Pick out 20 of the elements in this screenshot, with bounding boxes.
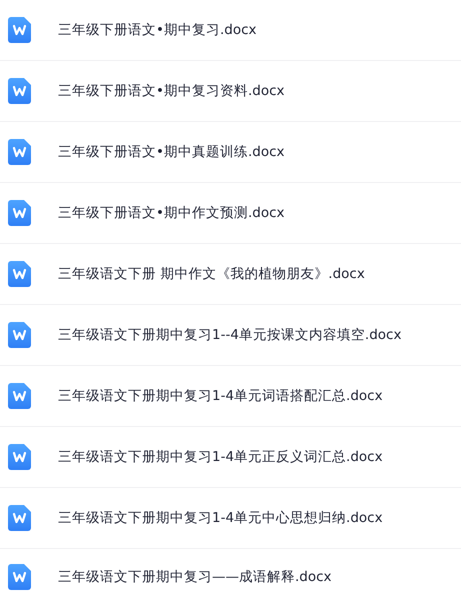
word-document-icon [8, 200, 31, 226]
word-document-icon [8, 383, 31, 409]
file-name[interactable]: 三年级语文下册期中复习1-4单元词语搭配汇总.docx [58, 387, 383, 405]
file-name[interactable]: 三年级下册语文•期中作文预测.docx [58, 204, 284, 222]
word-document-icon [8, 322, 31, 348]
file-name[interactable]: 三年级语文下册期中复习——成语解释.docx [58, 568, 332, 586]
file-name[interactable]: 三年级语文下册期中复习1-4单元中心思想归纳.docx [58, 509, 383, 527]
file-name[interactable]: 三年级下册语文•期中真题训练.docx [58, 143, 284, 161]
file-name[interactable]: 三年级下册语文•期中复习.docx [58, 21, 256, 39]
word-document-icon [8, 564, 31, 590]
word-document-icon [8, 17, 31, 43]
file-name[interactable]: 三年级语文下册期中复习1--4单元按课文内容填空.docx [58, 326, 402, 344]
word-document-icon [8, 505, 31, 531]
word-document-icon [8, 444, 31, 470]
word-document-icon [8, 78, 31, 104]
file-name[interactable]: 三年级下册语文•期中复习资料.docx [58, 82, 284, 100]
word-document-icon [8, 139, 31, 165]
file-name[interactable]: 三年级语文下册期中复习1-4单元正反义词汇总.docx [58, 448, 383, 466]
word-document-icon [8, 261, 31, 287]
file-name[interactable]: 三年级语文下册 期中作文《我的植物朋友》.docx [58, 265, 365, 283]
